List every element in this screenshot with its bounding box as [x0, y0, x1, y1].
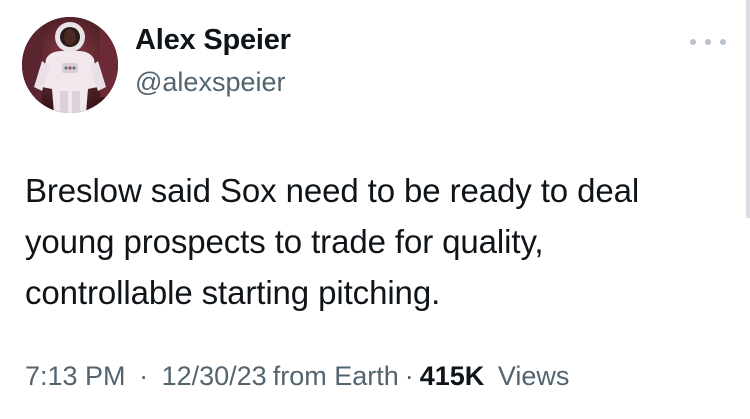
author-name[interactable]: Alex Speier: [135, 24, 291, 57]
meta-separator: ·: [404, 361, 414, 391]
more-horizontal-icon: [705, 39, 711, 45]
tweet-meta: 7:13 PM · 12/30/23 from Earth · 415K Vie…: [25, 361, 569, 392]
tweet-time-link[interactable]: 7:13 PM · 12/30/23: [25, 361, 267, 392]
tweet-card: Alex Speier @alexspeier Breslow said Sox…: [0, 0, 750, 419]
more-horizontal-icon: [690, 39, 696, 45]
author-handle[interactable]: @alexspeier: [135, 67, 285, 98]
tweet-text-line: controllable starting pitching.: [25, 274, 441, 311]
scrollbar[interactable]: [746, 0, 750, 218]
views-link[interactable]: 415K Views: [420, 361, 570, 392]
tweet-text-line: Breslow said Sox need to be ready to dea…: [25, 172, 640, 209]
tweet-date: 12/30/23: [161, 361, 267, 391]
astronaut-icon: [22, 17, 118, 113]
tweet-location: from Earth: [272, 361, 399, 391]
meta-separator: ·: [139, 361, 149, 391]
tweet-time: 7:13 PM: [25, 361, 126, 391]
tweet-text: Breslow said Sox need to be ready to dea…: [25, 165, 725, 318]
views-label: Views: [497, 361, 570, 391]
more-options-button[interactable]: [690, 30, 726, 54]
avatar[interactable]: [22, 17, 118, 113]
views-count: 415K: [419, 361, 485, 391]
tweet-text-line: young prospects to trade for quality,: [25, 223, 544, 260]
more-horizontal-icon: [720, 39, 726, 45]
